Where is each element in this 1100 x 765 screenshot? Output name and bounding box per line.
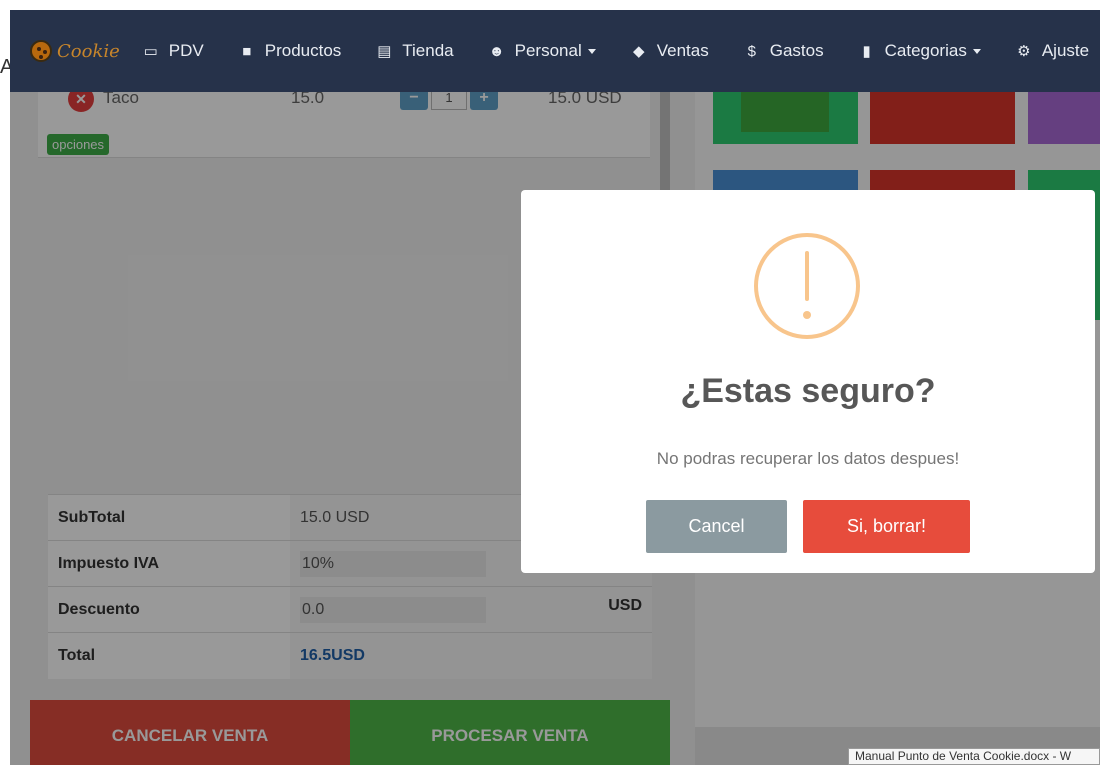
nav-item-ajuste[interactable]: ⚙ Ajuste: [1015, 41, 1089, 61]
store-icon: ▤: [377, 43, 392, 60]
nav-item-productos[interactable]: ■ Productos: [238, 41, 342, 61]
nav-item-label: Tienda: [402, 41, 454, 60]
brand[interactable]: Cookie: [30, 40, 120, 62]
nav-item-label: Gastos: [769, 41, 824, 60]
nav-item-ventas[interactable]: ◆ Ventas: [630, 41, 709, 61]
nav-item-personal[interactable]: ☻ Personal: [488, 41, 596, 61]
dialog-title: ¿Estas seguro?: [680, 372, 936, 410]
nav-item-gastos[interactable]: $ Gastos: [743, 41, 824, 61]
dollar-icon: $: [747, 42, 756, 60]
nav-item-categorias[interactable]: ▮ Categorias: [858, 41, 981, 61]
card-icon: ▭: [143, 43, 158, 60]
top-navbar: Cookie ▭ PDV ■ Productos ▤ Tienda ☻ Pers…: [10, 10, 1100, 92]
caret-down-icon: [972, 48, 981, 54]
dialog-message: No podras recuperar los datos despues!: [656, 449, 960, 468]
dialog-confirm-button[interactable]: Si, borrar!: [803, 500, 970, 553]
taskbar-tooltip: Manual Punto de Venta Cookie.docx - W: [848, 748, 1100, 765]
users-icon: ☻: [488, 42, 505, 60]
tag-icon: ◆: [632, 43, 645, 60]
nav-item-label: Categorias: [884, 41, 967, 60]
nav-item-label: Personal: [514, 41, 582, 60]
nav-item-label: Ventas: [656, 41, 709, 60]
nav-item-pdv[interactable]: ▭ PDV: [142, 41, 204, 61]
nav-item-tienda[interactable]: ▤ Tienda: [375, 41, 453, 61]
cogs-icon: ⚙: [1017, 43, 1031, 60]
confirm-dialog: ¿Estas seguro? No podras recuperar los d…: [521, 190, 1095, 573]
dialog-cancel-button[interactable]: Cancel: [646, 500, 787, 553]
caret-down-icon: [587, 48, 596, 54]
window-left-edge: [0, 0, 10, 765]
nav-item-label: PDV: [168, 41, 204, 60]
nav-item-label: Ajuste: [1041, 41, 1090, 60]
cookie-logo-icon: [30, 40, 52, 62]
brand-name: Cookie: [57, 40, 120, 62]
warning-icon: [754, 233, 860, 339]
nav-item-label: Productos: [264, 41, 342, 60]
bookmark-icon: ▮: [862, 43, 871, 60]
box-icon: ■: [242, 42, 252, 60]
